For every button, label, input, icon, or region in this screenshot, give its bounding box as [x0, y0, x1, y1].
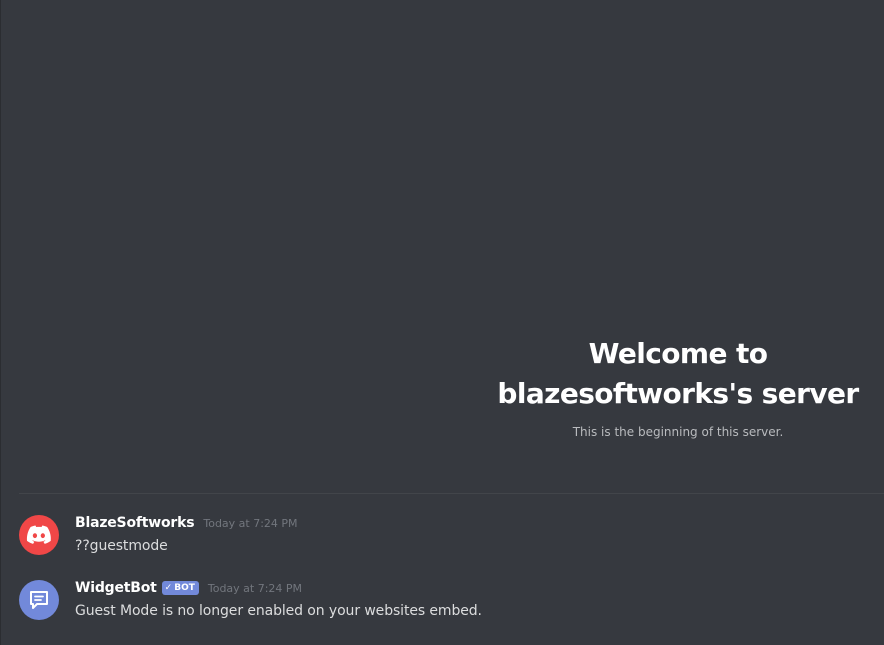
- welcome-title: Welcome to blazesoftworks's server: [471, 334, 884, 414]
- discord-logo-icon: [26, 525, 51, 544]
- message-item: WidgetBot ✓ BOT Today at 7:24 PM Guest M…: [19, 580, 874, 628]
- avatar[interactable]: [19, 580, 59, 620]
- verified-check-icon: ✓: [164, 583, 173, 593]
- welcome-title-line2: blazesoftworks's server: [497, 377, 859, 410]
- message-body: BlazeSoftworks Today at 7:24 PM ??guestm…: [75, 515, 874, 554]
- chat-bubble-icon: [30, 591, 48, 609]
- avatar[interactable]: [19, 515, 59, 555]
- bot-badge: ✓ BOT: [161, 581, 199, 595]
- message-body: WidgetBot ✓ BOT Today at 7:24 PM Guest M…: [75, 580, 874, 619]
- message-header: WidgetBot ✓ BOT Today at 7:24 PM: [75, 580, 874, 600]
- bot-badge-label: BOT: [174, 583, 195, 593]
- chat-window: Welcome to blazesoftworks's server This …: [0, 0, 884, 645]
- message-header: BlazeSoftworks Today at 7:24 PM: [75, 515, 874, 535]
- timestamp: Today at 7:24 PM: [207, 582, 303, 595]
- welcome-subtitle: This is the beginning of this server.: [572, 425, 784, 439]
- divider: [19, 493, 884, 494]
- message-item: BlazeSoftworks Today at 7:24 PM ??guestm…: [19, 515, 874, 563]
- timestamp: Today at 7:24 PM: [203, 517, 298, 530]
- welcome-section: Welcome to blazesoftworks's server This …: [471, 334, 884, 439]
- welcome-title-line1: Welcome to: [588, 337, 768, 370]
- message-content: ??guestmode: [75, 538, 168, 554]
- author-name[interactable]: BlazeSoftworks: [75, 515, 195, 531]
- author-name[interactable]: WidgetBot: [75, 580, 157, 596]
- message-content: Guest Mode is no longer enabled on your …: [75, 603, 482, 619]
